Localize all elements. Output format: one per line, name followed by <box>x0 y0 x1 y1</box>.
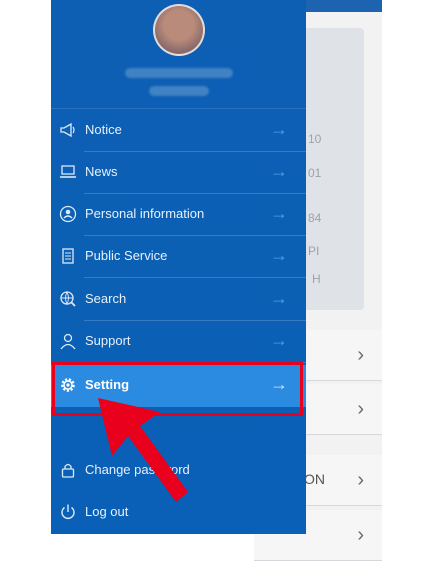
pointer-arrow-icon <box>98 398 188 502</box>
menu-item-public-service[interactable]: Public Service → <box>51 236 306 278</box>
menu-item-notice[interactable]: Notice → <box>51 110 306 152</box>
menu-item-label: Notice <box>85 122 122 137</box>
background-text-fragment: 01 <box>308 166 322 180</box>
id-badge-icon <box>59 205 77 223</box>
background-text-fragment: PI <box>308 244 320 258</box>
blurred-username <box>125 68 233 78</box>
background-text-fragment: 10 <box>308 132 322 146</box>
profile-header <box>51 0 306 109</box>
menu-item-label: Public Service <box>85 248 168 263</box>
arrow-right-icon: → <box>270 119 288 139</box>
menu-item-label: Support <box>85 333 131 348</box>
background-text-fragment: 84 <box>308 211 322 225</box>
lock-icon <box>61 463 75 478</box>
megaphone-icon <box>60 122 75 138</box>
chevron-right-icon: › <box>357 398 364 420</box>
chevron-right-icon: › <box>357 344 364 366</box>
globe-search-icon <box>60 291 76 307</box>
arrow-right-icon: → <box>270 288 288 308</box>
menu-item-label: Search <box>85 291 127 306</box>
menu-item-label: News <box>85 164 118 179</box>
menu-item-personal-information[interactable]: Personal information → <box>51 194 306 236</box>
arrow-right-icon: → <box>270 161 288 181</box>
power-icon <box>61 504 75 519</box>
chevron-right-icon: › <box>357 469 364 491</box>
arrow-right-icon: → <box>270 330 288 350</box>
menu-item-support[interactable]: Support → <box>51 321 306 363</box>
menu-item-label: Personal information <box>85 206 205 221</box>
avatar[interactable] <box>153 4 205 56</box>
arrow-right-icon: → <box>270 245 288 265</box>
background-row-text: ON <box>304 471 325 487</box>
person-icon <box>60 333 76 350</box>
document-icon <box>62 248 74 264</box>
chevron-right-icon: › <box>357 524 364 546</box>
arrow-right-icon: → <box>270 203 288 223</box>
menu-item-search[interactable]: Search → <box>51 279 306 321</box>
blurred-user-detail <box>149 86 209 96</box>
divider <box>84 277 306 278</box>
laptop-icon <box>60 165 76 178</box>
menu-item-news[interactable]: News → <box>51 152 306 194</box>
background-text-fragment: H <box>312 272 321 286</box>
